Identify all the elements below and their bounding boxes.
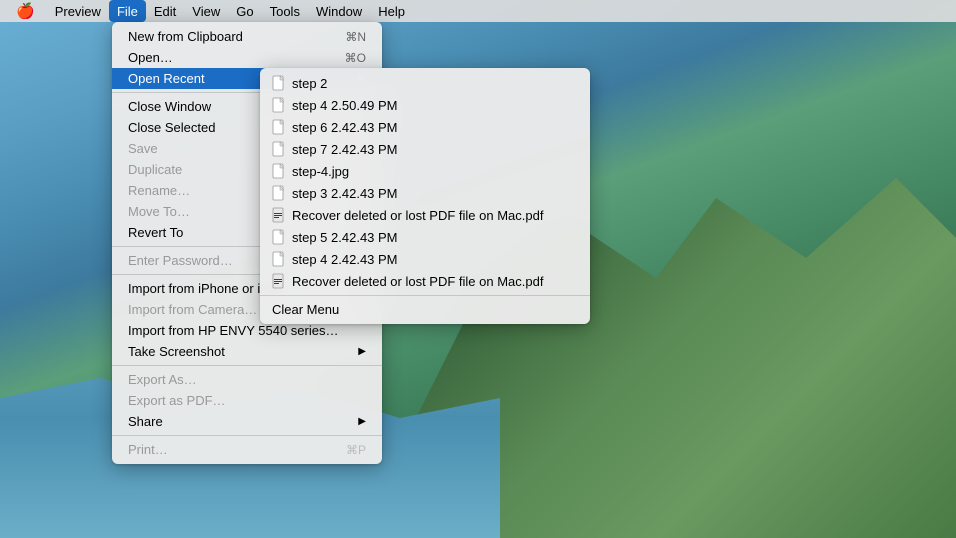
recent-item-8[interactable]: step 4 2.42.43 PM [260, 248, 590, 270]
separator-5 [112, 435, 382, 436]
file-icon-4 [272, 163, 286, 179]
menu-share[interactable]: Share ▶ [112, 411, 382, 432]
recent-item-6[interactable]: Recover deleted or lost PDF file on Mac.… [260, 204, 590, 226]
menu-export-pdf: Export as PDF… [112, 390, 382, 411]
recent-item-1[interactable]: step 4 2.50.49 PM [260, 94, 590, 116]
menu-export-as: Export As… [112, 369, 382, 390]
menu-new-from-clipboard[interactable]: New from Clipboard ⌘N [112, 26, 382, 47]
recent-item-9[interactable]: Recover deleted or lost PDF file on Mac.… [260, 270, 590, 292]
clear-menu-item[interactable]: Clear Menu [260, 299, 590, 320]
file-icon-2 [272, 119, 286, 135]
file-icon-1 [272, 97, 286, 113]
recent-item-2[interactable]: step 6 2.42.43 PM [260, 116, 590, 138]
recent-item-4[interactable]: step-4.jpg [260, 160, 590, 182]
file-icon-7 [272, 229, 286, 245]
menubar-tools[interactable]: Tools [262, 0, 308, 22]
menu-print: Print… ⌘P [112, 439, 382, 460]
open-recent-submenu: step 2 step 4 2.50.49 PM step 6 2.42.43 … [260, 68, 590, 324]
menubar-window[interactable]: Window [308, 0, 370, 22]
file-icon-8 [272, 251, 286, 267]
menubar-preview[interactable]: Preview [47, 0, 109, 22]
apple-menu[interactable]: 🍎 [8, 0, 43, 22]
separator-4 [112, 365, 382, 366]
recent-item-7[interactable]: step 5 2.42.43 PM [260, 226, 590, 248]
share-arrow: ▶ [358, 416, 366, 427]
menubar-help[interactable]: Help [370, 0, 413, 22]
menubar: 🍎 Preview File Edit View Go Tools Window… [0, 0, 956, 22]
file-icon-3 [272, 141, 286, 157]
apple-icon: 🍎 [16, 2, 35, 20]
recent-item-5[interactable]: step 3 2.42.43 PM [260, 182, 590, 204]
menubar-go[interactable]: Go [228, 0, 261, 22]
file-icon-6 [272, 207, 286, 223]
submenu-separator [260, 295, 590, 296]
file-icon-9 [272, 273, 286, 289]
recent-item-0[interactable]: step 2 [260, 72, 590, 94]
menu-open[interactable]: Open… ⌘O [112, 47, 382, 68]
menubar-file[interactable]: File [109, 0, 146, 22]
recent-item-3[interactable]: step 7 2.42.43 PM [260, 138, 590, 160]
file-icon-5 [272, 185, 286, 201]
menubar-edit[interactable]: Edit [146, 0, 184, 22]
file-icon-0 [272, 75, 286, 91]
menu-take-screenshot[interactable]: Take Screenshot ▶ [112, 341, 382, 362]
menubar-view[interactable]: View [184, 0, 228, 22]
screenshot-arrow: ▶ [358, 346, 366, 357]
